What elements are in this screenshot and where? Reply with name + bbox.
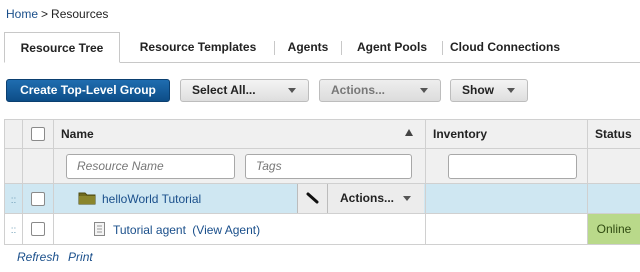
actions-label: Actions... [331,83,386,97]
filter-cell [4,148,23,184]
tab-resource-templates[interactable]: Resource Templates [122,32,274,63]
create-top-level-group-button[interactable]: Create Top-Level Group [6,79,170,102]
agent-name-link[interactable]: Tutorial agent [113,223,186,237]
view-agent-link[interactable]: (View Agent) [192,223,260,237]
breadcrumb: Home > Resources [6,7,108,21]
row-checkbox[interactable] [31,191,45,206]
show-dropdown[interactable]: Show [450,79,528,102]
group-name-link[interactable]: helloWorld Tutorial [102,192,201,206]
row-checkbox-cell [22,183,54,214]
table-row[interactable]: :: helloWorld Tutorial Actions... [4,183,640,214]
tab-resource-tree[interactable]: Resource Tree [4,32,120,63]
select-all-label: Select All... [192,83,256,97]
drag-column-header [4,119,23,149]
chevron-down-icon [403,196,411,201]
name-cell: Tutorial agent (View Agent) [53,213,426,245]
select-all-checkbox[interactable] [31,127,45,142]
table-footer: Refresh Print [17,250,102,264]
filter-cell [587,148,640,184]
tab-agent-pools[interactable]: Agent Pools [342,32,442,63]
row-actions-label: Actions... [340,191,395,205]
actions-dropdown[interactable]: Actions... [319,79,441,102]
drag-handle-icon[interactable]: :: [11,226,17,236]
filter-row: Resource Name Tags [4,148,640,184]
edit-button[interactable] [297,184,328,213]
drag-handle-icon[interactable]: :: [11,195,17,205]
tab-bar: Resource Tree Resource Templates Agents … [4,32,640,63]
status-column-header[interactable]: Status [587,119,640,149]
refresh-link[interactable]: Refresh [17,250,59,264]
inventory-filter-input[interactable] [448,154,577,179]
folder-icon [78,192,96,205]
filter-cell [425,148,588,184]
resource-name-filter-input[interactable]: Resource Name [66,154,235,179]
row-checkbox-cell [22,213,54,245]
chevron-down-icon [420,88,428,93]
breadcrumb-home-link[interactable]: Home [6,7,38,21]
tags-filter-input[interactable]: Tags [245,154,412,179]
name-column-header[interactable]: Name [53,119,426,149]
tab-agents[interactable]: Agents [275,32,341,63]
filter-cell: Resource Name Tags [53,148,426,184]
inventory-column-header[interactable]: Inventory [425,119,588,149]
inventory-cell [425,183,588,214]
resource-tree-table: Name Inventory Status Resource Name Tags… [4,119,640,245]
pencil-icon [306,192,319,204]
breadcrumb-separator: > [41,7,49,21]
drag-handle-cell: :: [4,213,23,245]
table-header-row: Name Inventory Status [4,119,640,149]
status-cell [587,183,640,214]
row-checkbox[interactable] [31,222,45,237]
sort-ascending-icon[interactable] [405,129,413,136]
drag-handle-cell: :: [4,183,23,214]
print-link[interactable]: Print [68,250,93,264]
filter-cell [22,148,54,184]
tab-cloud-connections[interactable]: Cloud Connections [443,32,567,63]
agent-document-icon [94,222,105,236]
agent-name-wrap: Tutorial agent (View Agent) [113,223,260,237]
chevron-down-icon [288,88,296,93]
row-actions-dropdown[interactable]: Actions... [328,184,424,213]
select-all-dropdown[interactable]: Select All... [180,79,309,102]
show-label: Show [462,83,494,97]
breadcrumb-current: Resources [51,7,109,21]
inventory-cell [425,213,588,245]
table-row[interactable]: :: Tutorial agent (View Agent) Online [4,213,640,245]
chevron-down-icon [507,88,515,93]
select-all-checkbox-cell [22,119,54,149]
name-column-label: Name [61,127,94,141]
status-badge: Online [587,213,640,245]
name-cell: helloWorld Tutorial Actions... [53,183,426,214]
